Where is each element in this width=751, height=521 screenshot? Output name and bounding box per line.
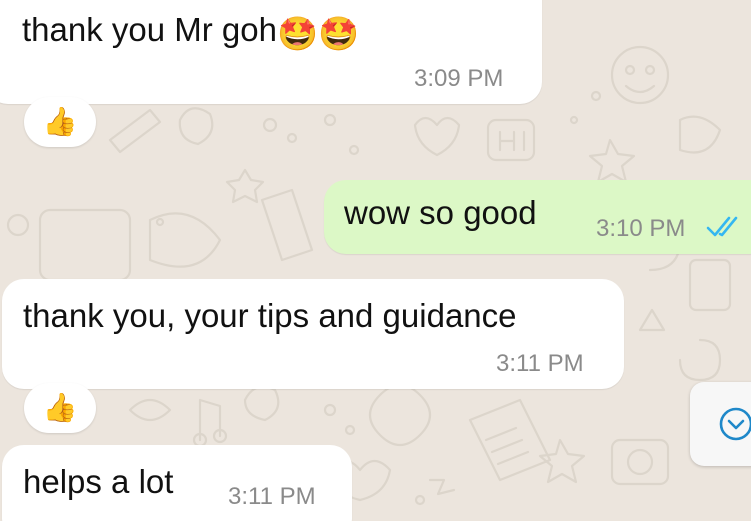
- reaction-thumbs-up[interactable]: 👍: [24, 383, 96, 433]
- double-check-read-icon: [706, 216, 738, 237]
- chevron-down-icon: [719, 407, 751, 441]
- message-bubble-incoming[interactable]: helps a lot 3:11 PM: [2, 445, 352, 521]
- message-text: thank you Mr goh🤩🤩: [22, 11, 360, 52]
- scroll-to-bottom-button[interactable]: [690, 382, 751, 466]
- message-text: wow so good: [344, 194, 537, 231]
- star-struck-emoji: 🤩🤩: [276, 15, 360, 52]
- thumbs-up-emoji: 👍: [42, 106, 78, 137]
- message-text: helps a lot: [23, 463, 174, 500]
- reaction-thumbs-up[interactable]: 👍: [24, 97, 96, 147]
- message-bubble-incoming[interactable]: thank you, your tips and guidance 3:11 P…: [2, 279, 624, 389]
- thumbs-up-emoji: 👍: [42, 392, 78, 423]
- message-timestamp: 3:10 PM: [596, 215, 686, 242]
- message-bubble-outgoing[interactable]: wow so good 3:10 PM: [324, 180, 751, 254]
- message-bubble-incoming[interactable]: thank you Mr goh🤩🤩 3:09 PM: [0, 0, 542, 104]
- message-timestamp: 3:11 PM: [496, 350, 584, 377]
- message-text: thank you, your tips and guidance: [23, 297, 517, 334]
- message-timestamp: 3:11 PM: [228, 483, 316, 510]
- message-timestamp: 3:09 PM: [414, 65, 504, 92]
